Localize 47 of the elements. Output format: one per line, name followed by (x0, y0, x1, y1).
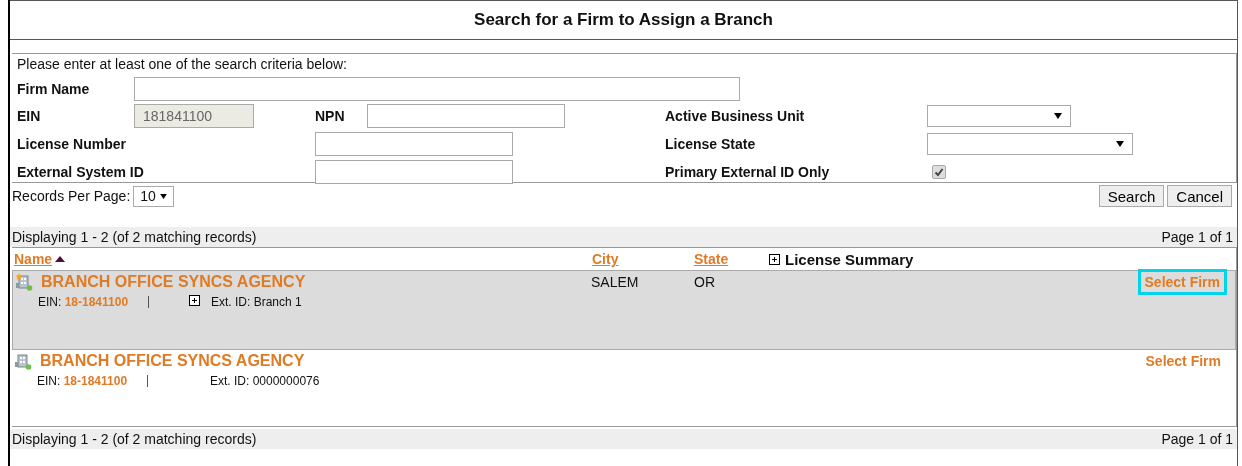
expand-icon[interactable] (769, 253, 780, 265)
field-label: License Number (17, 136, 127, 152)
firm-name-field[interactable] (134, 77, 740, 101)
field-label: NPN (315, 108, 346, 124)
results-summary: Displaying 1 - 2 (of 2 matching records) (12, 430, 257, 449)
expand-icon[interactable] (189, 295, 200, 306)
select-firm-link[interactable]: Select Firm (1138, 348, 1228, 374)
window-title: Search for a Firm to Assign a Branch (10, 0, 1237, 40)
license-number-field[interactable] (315, 132, 513, 156)
field-label: EIN (17, 108, 42, 124)
instruction-text: Please enter at least one of the search criteria below: (17, 56, 348, 74)
column-sort-link[interactable]: Name (14, 251, 53, 267)
column-sort-link[interactable]: City (592, 251, 619, 267)
sort-ascending-icon (55, 256, 66, 262)
action-button[interactable]: Search (1098, 185, 1165, 207)
ein-text: EIN: 18-1841100 (38, 295, 130, 309)
caret-icon (1054, 113, 1062, 119)
caret-icon (159, 193, 167, 199)
city-cell-text: SALEM (591, 274, 640, 290)
state-cell-text: OR (694, 274, 716, 290)
field-label: External System ID (17, 164, 145, 180)
records-per-page-dropdown[interactable]: 10 (133, 185, 174, 207)
column-sort-link[interactable]: State (694, 251, 729, 267)
business-unit-dropdown[interactable] (927, 105, 1071, 127)
external-id-text: Ext. ID: 0000000076 (210, 374, 320, 388)
checkbox[interactable] (932, 165, 946, 179)
results-summary: Displaying 1 - 2 (of 2 matching records) (12, 228, 257, 247)
action-button[interactable]: Cancel (1167, 185, 1232, 207)
firm-name-link[interactable]: BRANCH OFFICE SYNCS AGENCY (40, 352, 590, 370)
field-label: License State (665, 136, 757, 152)
external-id-text: Ext. ID: Branch 1 (211, 295, 302, 309)
npn-field[interactable] (367, 104, 565, 128)
result-row[interactable]: BRANCH OFFICE SYNCS AGENCY SALEM OR Select Firm EIN: 18-1841100 Ext. ID: Branch 1 (12, 270, 1236, 350)
result-row[interactable]: BRANCH OFFICE SYNCS AGENCY Select Firm EIN: 18-1841100 Ext. ID: 0000000076 (12, 350, 1236, 430)
page-indicator: Page 1 of 1 (1161, 430, 1233, 449)
records-per-page-label: Records Per Page: (12, 188, 131, 204)
field-label: Primary External ID Only (665, 164, 831, 180)
external-id-field[interactable] (315, 160, 513, 184)
firm-name-link[interactable]: BRANCH OFFICE SYNCS AGENCY (41, 273, 591, 291)
caret-icon (1116, 141, 1124, 147)
field-label: Active Business Unit (665, 108, 806, 124)
page-indicator: Page 1 of 1 (1161, 228, 1233, 247)
select-firm-link[interactable]: Select Firm (1137, 269, 1227, 295)
ein-text: EIN: 18-1841100 (37, 374, 129, 388)
field-label: Firm Name (17, 81, 91, 97)
column-header: License Summary (785, 250, 914, 268)
license-state-dropdown[interactable] (927, 133, 1133, 155)
